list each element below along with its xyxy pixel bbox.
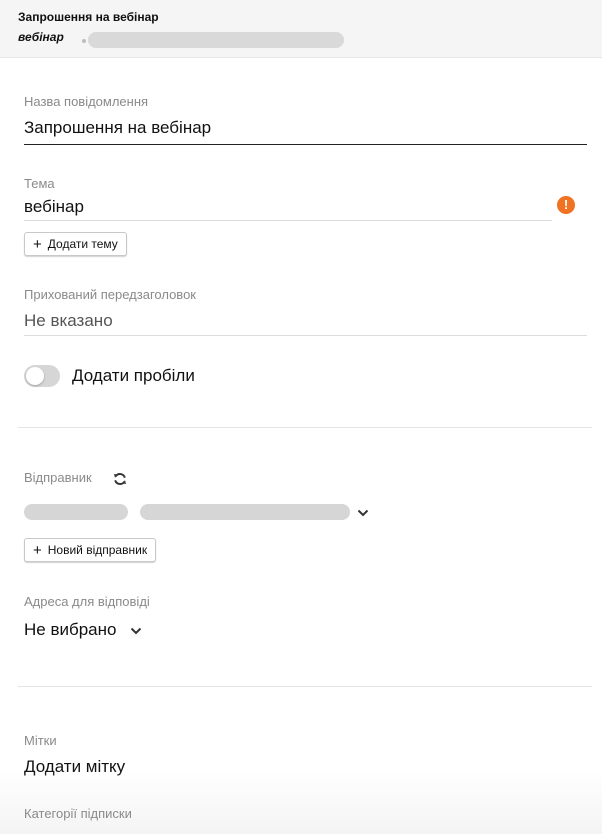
preheader-label: Прихований передзаголовок — [24, 287, 196, 302]
header-subject: вебінар — [18, 30, 64, 44]
tags-label: Мітки — [24, 733, 57, 748]
header-separator-dot — [82, 39, 86, 43]
message-name-label: Назва повідомлення — [24, 94, 149, 109]
plus-icon: + — [33, 235, 42, 253]
message-name-input[interactable]: Запрошення на вебінар — [24, 118, 211, 138]
subscription-categories-label: Категорії підписки — [24, 806, 132, 821]
plus-icon: + — [33, 541, 42, 559]
section-divider — [18, 686, 592, 687]
add-spaces-toggle[interactable] — [24, 365, 60, 387]
exclamation-circle-icon[interactable]: ! — [557, 196, 575, 214]
section-divider — [18, 427, 592, 428]
new-sender-label: Новий відправник — [47, 543, 148, 557]
toggle-knob — [26, 367, 44, 385]
new-sender-button[interactable]: + Новий відправник — [24, 538, 157, 562]
add-spaces-label: Додати пробіли — [72, 366, 195, 385]
sender-label: Відправник — [24, 470, 92, 485]
reply-to-chevron-down-icon[interactable] — [130, 627, 142, 635]
subject-underline — [24, 220, 552, 221]
header-title: Запрошення на вебінар — [18, 10, 159, 24]
header-redacted-sender — [88, 32, 344, 48]
sender-name-redacted — [24, 504, 128, 520]
subject-input[interactable]: вебінар — [24, 197, 84, 217]
add-subject-label: Додати тему — [47, 237, 118, 251]
bottom-fade — [0, 770, 602, 834]
preheader-input[interactable]: Не вказано — [24, 311, 113, 331]
add-subject-button[interactable]: + Додати тему — [24, 232, 127, 256]
subject-label: Тема — [24, 176, 55, 191]
sender-email-redacted — [140, 504, 350, 520]
reply-to-label: Адреса для відповіді — [24, 594, 150, 609]
refresh-icon[interactable] — [113, 472, 127, 486]
message-name-underline — [24, 144, 587, 145]
sender-chevron-down-icon[interactable] — [357, 509, 369, 517]
reply-to-select[interactable]: Не вибрано — [24, 620, 116, 640]
message-header: Запрошення на вебінар вебінар — [0, 0, 602, 58]
preheader-underline — [24, 335, 587, 336]
